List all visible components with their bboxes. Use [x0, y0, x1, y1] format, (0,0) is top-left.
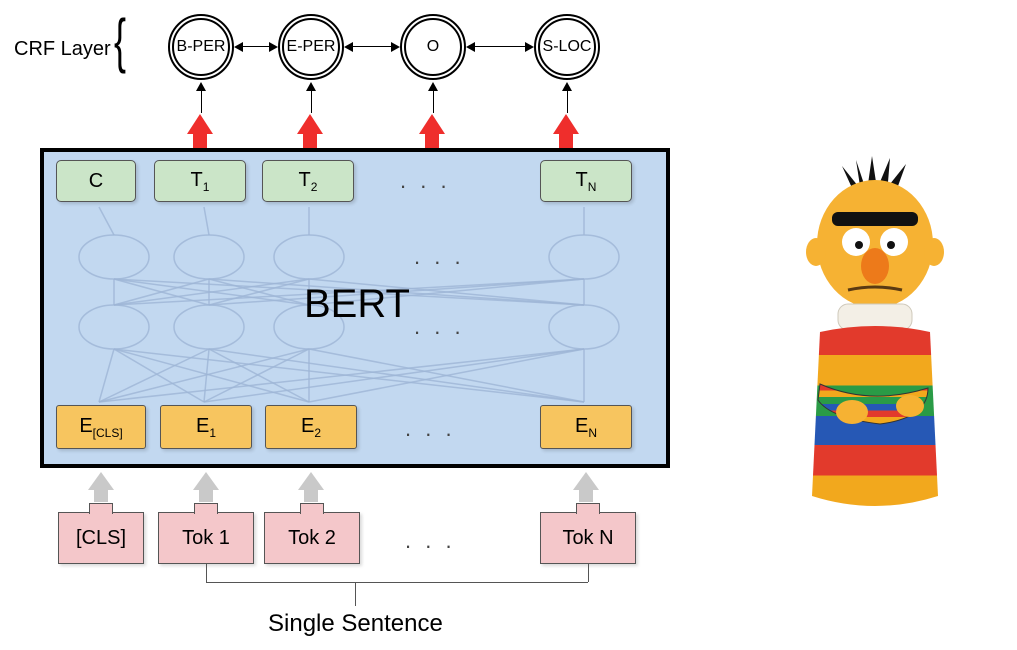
bert-character-illustration — [760, 156, 990, 526]
diagram-root: CRF Layer { B-PER E-PER O S-LOC — [0, 0, 1017, 650]
crf-node: O — [400, 14, 466, 80]
token-label: [CLS] — [76, 527, 126, 550]
output-cell: T2 — [262, 160, 354, 202]
output-cell: C — [56, 160, 136, 202]
ellipsis: . . . — [405, 416, 456, 442]
embedding-cell: E1 — [160, 405, 252, 449]
bert-title: BERT — [304, 282, 410, 327]
ellipsis: . . . — [414, 314, 465, 340]
ellipsis: . . . — [405, 528, 456, 554]
embedding-label: E1 — [196, 415, 216, 440]
token-label: Tok N — [562, 527, 613, 550]
crf-node-label: S-LOC — [538, 18, 596, 76]
ellipsis: . . . — [414, 244, 465, 270]
crf-node-label: O — [404, 18, 462, 76]
crf-node: B-PER — [168, 14, 234, 80]
crf-layer-label: CRF Layer — [14, 38, 111, 61]
output-label: T1 — [191, 169, 210, 194]
embedding-label: E[CLS] — [79, 415, 122, 440]
output-cell: TN — [540, 160, 632, 202]
embedding-cell: E[CLS] — [56, 405, 146, 449]
token-cell: Tok N — [540, 512, 636, 564]
output-label: C — [89, 170, 103, 193]
output-label: TN — [576, 169, 597, 194]
token-label: Tok 2 — [288, 527, 336, 550]
output-label: T2 — [299, 169, 318, 194]
embedding-cell: E2 — [265, 405, 357, 449]
embedding-label: EN — [575, 415, 597, 440]
connector-line — [355, 582, 356, 606]
brace-icon: { — [114, 6, 126, 75]
token-cell: [CLS] — [58, 512, 144, 564]
connector-line — [206, 564, 207, 582]
crf-node: E-PER — [278, 14, 344, 80]
ellipsis: . . . — [400, 168, 451, 194]
embedding-label: E2 — [301, 415, 321, 440]
bottom-label: Single Sentence — [268, 610, 443, 638]
token-cell: Tok 1 — [158, 512, 254, 564]
token-cell: Tok 2 — [264, 512, 360, 564]
embedding-cell: EN — [540, 405, 632, 449]
crf-node-label: B-PER — [172, 18, 230, 76]
connector-line — [206, 582, 588, 583]
output-cell: T1 — [154, 160, 246, 202]
connector-line — [588, 564, 589, 582]
crf-node-label: E-PER — [282, 18, 340, 76]
crf-node: S-LOC — [534, 14, 600, 80]
token-label: Tok 1 — [182, 527, 230, 550]
